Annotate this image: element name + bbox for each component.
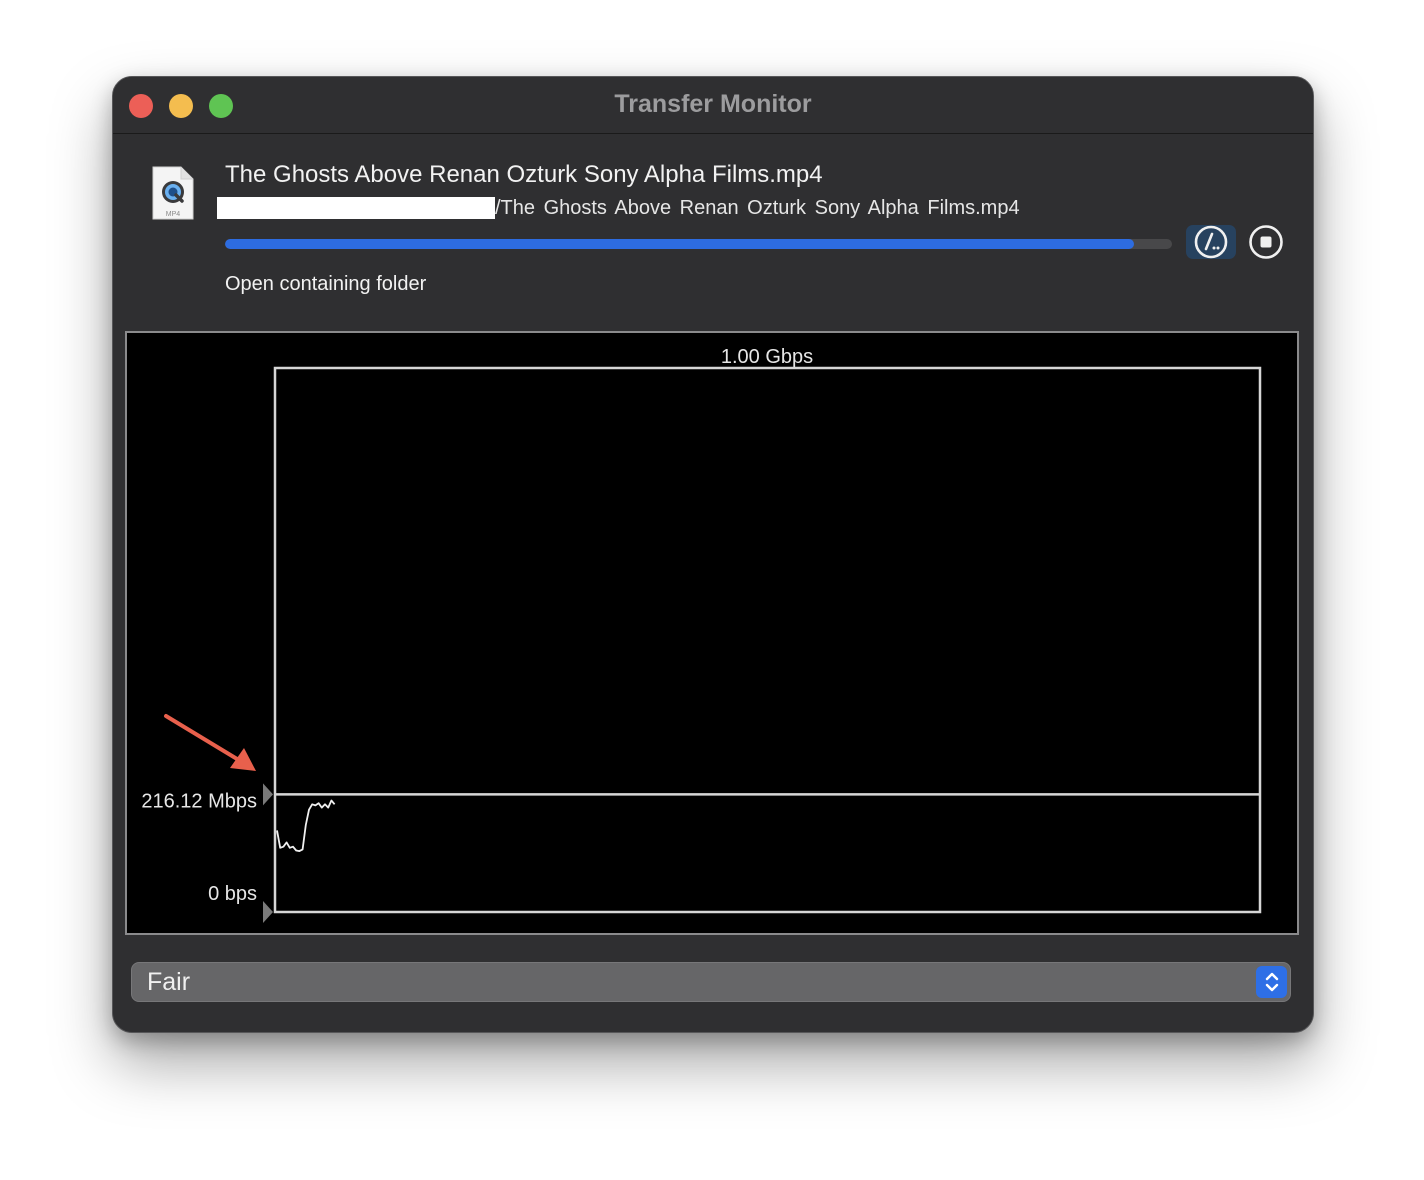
chevron-up-down-icon xyxy=(1265,972,1278,992)
path-suffix: /The Ghosts Above Renan Ozturk Sony Alph… xyxy=(495,196,1020,219)
current-rate-label: 216.12 Mbps xyxy=(141,790,257,812)
transfer-monitor-window: Transfer Monitor MP4 The Ghosts Above Re… xyxy=(112,76,1314,1033)
quality-selected-value: Fair xyxy=(147,968,191,996)
title-bar: Transfer Monitor xyxy=(113,77,1313,134)
select-stepper[interactable] xyxy=(1256,966,1287,998)
stop-icon xyxy=(1249,225,1283,259)
transfer-rate-series xyxy=(276,799,336,852)
current-rate-marker xyxy=(263,783,273,806)
speed-graph-button[interactable] xyxy=(1186,225,1236,259)
zero-rate-label: 0 bps xyxy=(208,883,257,905)
open-containing-folder-link[interactable]: Open containing folder xyxy=(225,273,426,296)
window-title: Transfer Monitor xyxy=(614,90,812,118)
mp4-file-icon: MP4 xyxy=(152,166,194,220)
plot-area xyxy=(273,366,1262,914)
redacted-path-prefix xyxy=(217,197,495,219)
speedometer-icon xyxy=(1194,225,1228,259)
file-path: /The Ghosts Above Renan Ozturk Sony Alph… xyxy=(217,196,1020,220)
zero-rate-marker xyxy=(263,901,273,923)
max-scale-label: 1.00 Gbps xyxy=(721,346,813,368)
annotation-arrow xyxy=(164,714,256,771)
transfer-progress-bar xyxy=(225,239,1172,249)
file-name: The Ghosts Above Renan Ozturk Sony Alpha… xyxy=(225,161,823,188)
file-type-label: MP4 xyxy=(166,211,181,218)
bandwidth-graph: 1.00 Gbps 216.12 Mbps 0 bps xyxy=(125,331,1299,935)
quality-select[interactable]: Fair xyxy=(131,962,1291,1002)
progress-fill xyxy=(225,239,1135,249)
stop-transfer-button[interactable] xyxy=(1247,225,1285,259)
